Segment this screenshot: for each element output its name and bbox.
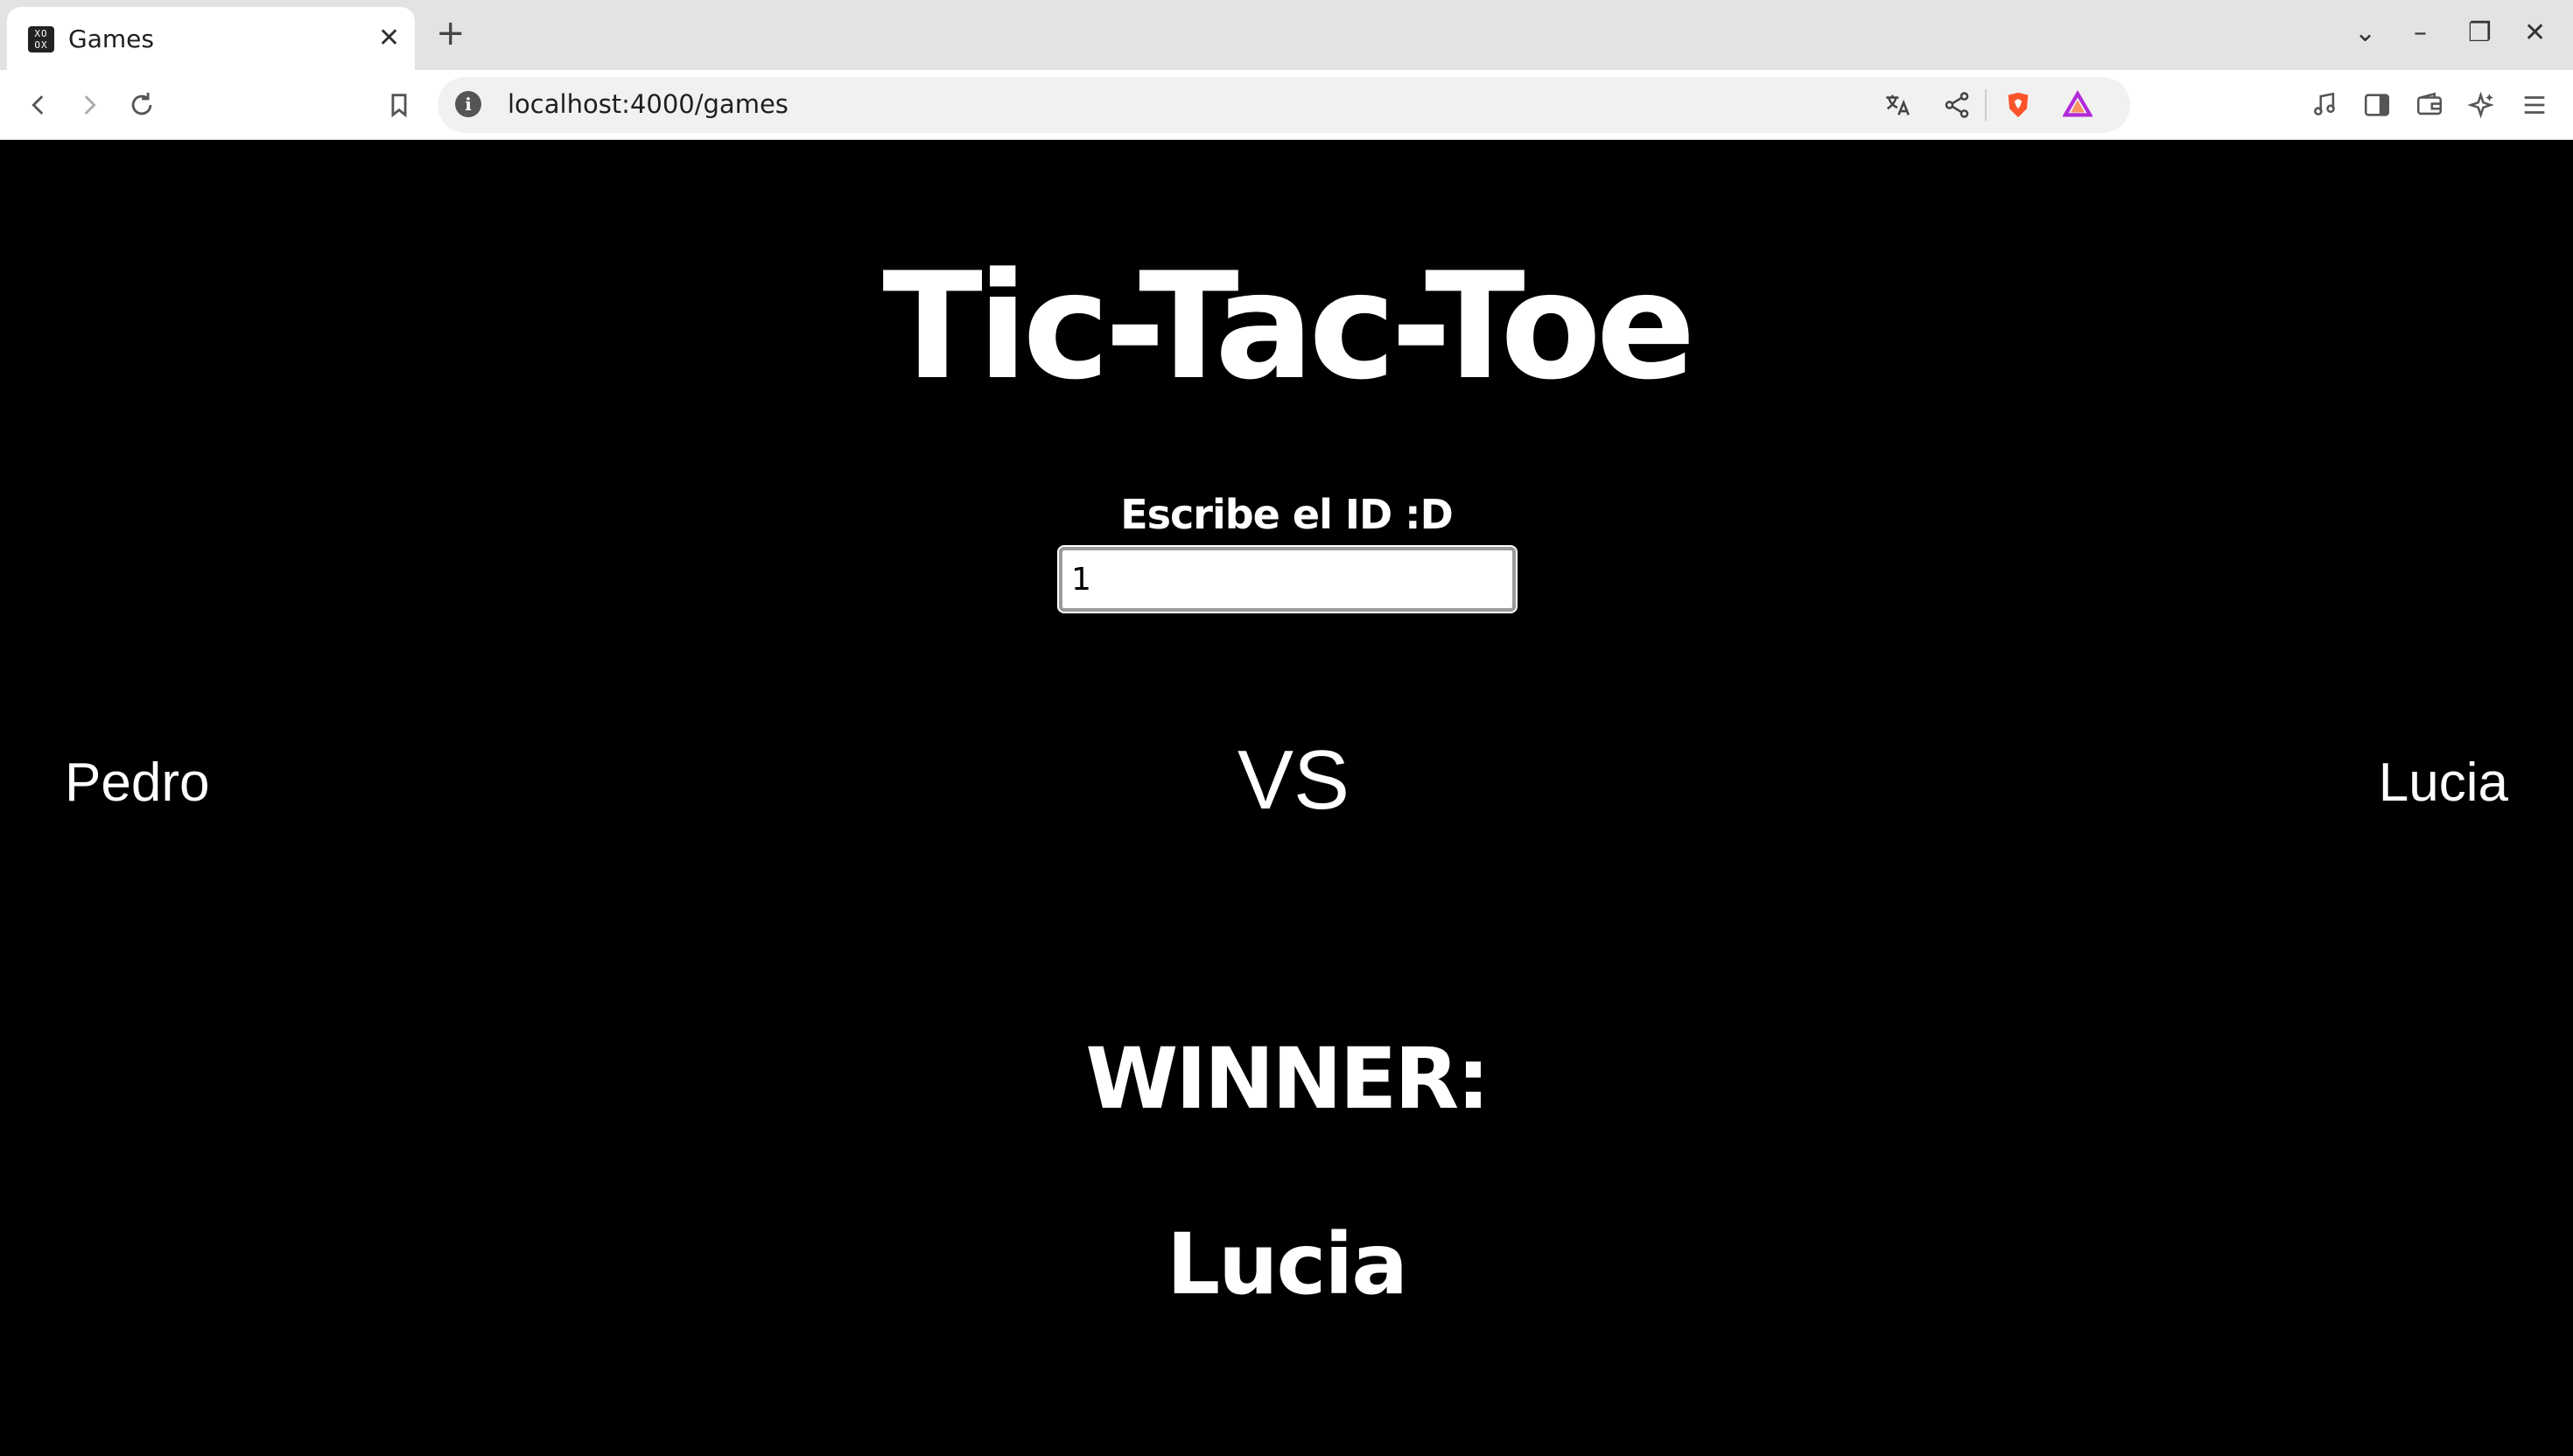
game-id-input[interactable] (1057, 545, 1518, 613)
leo-ai-icon[interactable] (2463, 86, 2501, 124)
id-label: Escribe el ID :D (1120, 491, 1454, 538)
page-title: Tic-Tac-Toe (882, 241, 1695, 412)
arrow-right-icon[interactable] (70, 86, 109, 124)
winner-label: WINNER: (1085, 1030, 1490, 1128)
new-tab-icon[interactable]: + (436, 14, 466, 52)
share-icon[interactable] (1938, 86, 1976, 124)
close-tab-icon[interactable]: ✕ (378, 23, 400, 54)
arrow-left-icon[interactable] (19, 86, 58, 124)
game-page: Tic-Tac-Toe Escribe el ID :D Pedro VS Lu… (0, 141, 2573, 1456)
brave-shield-icon[interactable] (1999, 86, 2037, 124)
reload-icon[interactable] (123, 86, 161, 124)
minimize-icon[interactable]: – (2414, 16, 2427, 51)
sidebar-icon[interactable] (2358, 86, 2396, 124)
toolbar-separator (1985, 89, 1987, 121)
url-text[interactable]: localhost:4000/games (508, 89, 789, 119)
restore-icon[interactable]: ❐ (2468, 16, 2492, 51)
tab-strip: XO OX Games ✕ + ⌄ – ❐ ✕ (0, 0, 2573, 70)
music-note-icon[interactable] (2305, 86, 2344, 124)
close-window-icon[interactable]: ✕ (2524, 16, 2546, 51)
tab-search-chevron-icon[interactable]: ⌄ (2354, 16, 2376, 51)
xo-grid-icon: XO OX (28, 26, 54, 52)
player-right-name: Lucia (2378, 752, 2508, 813)
vs-label: VS (1237, 733, 1350, 827)
site-info-icon[interactable]: i (455, 91, 481, 117)
brave-rewards-icon[interactable] (2058, 86, 2097, 124)
browser-tab[interactable]: XO OX Games ✕ (7, 7, 415, 70)
tab-title: Games (68, 24, 154, 53)
hamburger-menu-icon[interactable] (2515, 86, 2554, 124)
winner-name: Lucia (1166, 1215, 1408, 1313)
translate-icon[interactable] (1878, 86, 1917, 124)
bookmark-icon[interactable] (380, 86, 418, 124)
wallet-icon[interactable] (2410, 86, 2449, 124)
